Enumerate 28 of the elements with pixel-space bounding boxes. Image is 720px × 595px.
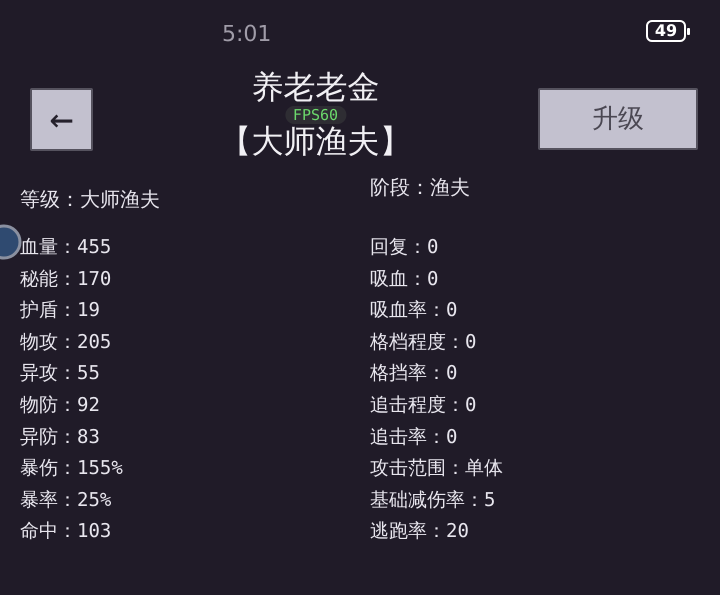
stat-text: 追击程度：0 [370,392,478,418]
stat-text: 血量：455 [20,235,112,260]
stat-text: 暴率：25% [20,488,112,513]
stat-text: 命中：103 [20,519,112,544]
fps-counter: FPS60 [284,106,346,124]
stat-text: 物攻：205 [20,330,112,355]
stat-text: 吸血率：0 [370,298,458,324]
character-title: 【大师渔夫】 [220,122,412,160]
level-text: 等级：大师渔夫 [20,187,160,211]
stat-text: 吸血：0 [370,266,440,292]
stage-text: 阶段：渔夫 [370,175,470,199]
stat-text: 护盾：19 [20,298,101,324]
stat-text: 物防：92 [20,392,101,418]
upgrade-button[interactable]: 升级 [538,88,698,150]
stat-text: 格挡率：0 [370,361,458,386]
stat-text: 异攻：55 [20,361,101,386]
stat-text: 逃跑率：20 [370,519,470,544]
stat-text: 追击率：0 [370,424,458,450]
status-time: 5:01 [222,21,272,49]
stat-text: 秘能：170 [20,266,112,292]
stat-text: 格档程度：0 [370,330,478,355]
back-button[interactable]: ← [30,88,93,150]
stat-text: 异防：83 [20,424,101,450]
stat-text: 回复：0 [370,235,440,260]
stat-text: 暴伤：155% [20,456,124,482]
character-name: 养老老金 [250,68,380,106]
stat-text: 基础减伤率：5 [370,488,496,513]
stat-text: 攻击范围：单体 [370,456,504,482]
